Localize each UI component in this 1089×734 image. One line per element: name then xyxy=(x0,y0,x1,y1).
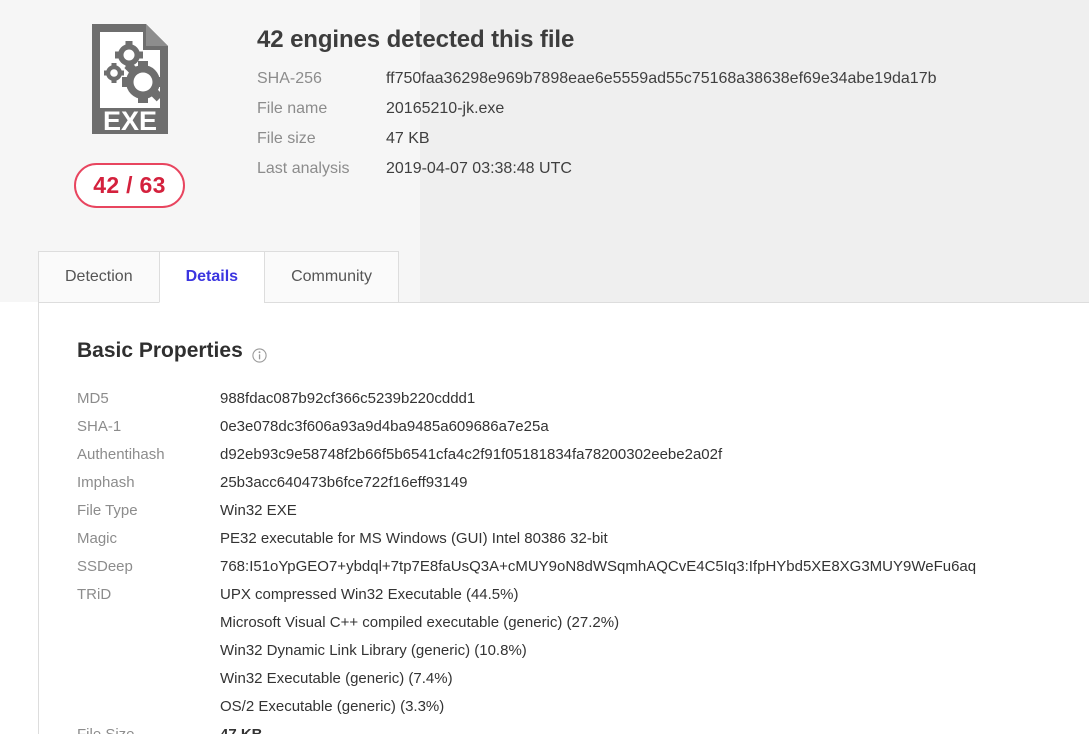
meta-row-filesize: File size 47 KB xyxy=(257,130,1077,160)
property-value-trid: UPX compressed Win32 Executable (44.5%) … xyxy=(220,581,619,721)
tab-community[interactable]: Community xyxy=(264,251,399,303)
properties-list: MD5 988fdac087b92cf366c5239b220cddd1 SHA… xyxy=(77,385,1087,734)
property-value-sha1: 0e3e078dc3f606a93a9d4ba9485a609686a7e25a xyxy=(220,418,549,435)
property-row-trid: TRiD UPX compressed Win32 Executable (44… xyxy=(77,581,1087,721)
property-label-authentihash: Authentihash xyxy=(77,446,165,463)
property-row-ssdeep: SSDeep 768:I51oYpGEO7+ybdql+7tp7E8faUsQ3… xyxy=(77,553,1087,581)
exe-file-icon: EXE xyxy=(88,20,172,138)
page-title: 42 engines detected this file xyxy=(257,26,575,53)
meta-label-last-analysis: Last analysis xyxy=(257,160,350,177)
property-value-imphash: 25b3acc640473b6fce722f16eff93149 xyxy=(220,474,468,491)
trid-line: OS/2 Executable (generic) (3.3%) xyxy=(220,698,445,715)
property-label-imphash: Imphash xyxy=(77,474,135,491)
property-value-file-size: 47 KB xyxy=(220,721,263,734)
property-row-magic: Magic PE32 executable for MS Windows (GU… xyxy=(77,525,1087,553)
basic-properties-title: Basic Properties xyxy=(77,339,243,362)
trid-line: Win32 Dynamic Link Library (generic) (10… xyxy=(220,642,527,659)
details-panel: Basic Properties MD5 988fdac087b92cf366c… xyxy=(38,302,1089,734)
file-meta-list: SHA-256 ff750faa36298e969b7898eae6e5559a… xyxy=(257,70,1077,190)
property-row-file-size: File Size 47 KB xyxy=(77,721,1087,734)
meta-value-sha256: ff750faa36298e969b7898eae6e5559ad55c7516… xyxy=(386,70,937,87)
property-value-md5: 988fdac087b92cf366c5239b220cddd1 xyxy=(220,390,476,407)
property-label-file-size: File Size xyxy=(77,721,220,734)
tab-bar: Detection Details Community xyxy=(38,251,399,303)
exe-icon-label: EXE xyxy=(103,106,157,136)
property-label-ssdeep: SSDeep xyxy=(77,558,133,575)
property-label-magic: Magic xyxy=(77,530,118,547)
property-value-authentihash: d92eb93c9e58748f2b66f5b6541cfa4c2f91f051… xyxy=(220,446,723,463)
meta-row-last-analysis: Last analysis 2019-04-07 03:38:48 UTC xyxy=(257,160,1077,190)
meta-value-filename: 20165210-jk.exe xyxy=(386,100,505,117)
basic-properties-heading: Basic Properties xyxy=(77,339,267,363)
meta-label-sha256: SHA-256 xyxy=(257,70,322,87)
property-value-magic: PE32 executable for MS Windows (GUI) Int… xyxy=(220,530,608,547)
trid-line: UPX compressed Win32 Executable (44.5%) xyxy=(220,586,519,603)
trid-line: Win32 Executable (generic) (7.4%) xyxy=(220,670,453,687)
property-label-trid: TRiD xyxy=(77,586,112,603)
detection-ratio-text: 42 / 63 xyxy=(93,172,166,198)
property-row-imphash: Imphash 25b3acc640473b6fce722f16eff93149 xyxy=(77,469,1087,497)
meta-row-filename: File name 20165210-jk.exe xyxy=(257,100,1077,130)
property-label-md5: MD5 xyxy=(77,390,109,407)
meta-label-filename: File name xyxy=(257,100,328,117)
info-circle-icon[interactable] xyxy=(252,345,267,363)
property-row-md5: MD5 988fdac087b92cf366c5239b220cddd1 xyxy=(77,385,1087,413)
tab-detection[interactable]: Detection xyxy=(38,251,159,303)
property-label-filetype: File Type xyxy=(77,502,138,519)
meta-value-filesize: 47 KB xyxy=(386,130,430,147)
meta-label-filesize: File size xyxy=(257,130,316,147)
property-row-filetype: File Type Win32 EXE xyxy=(77,497,1087,525)
trid-line: Microsoft Visual C++ compiled executable… xyxy=(220,614,620,631)
property-value-ssdeep: 768:I51oYpGEO7+ybdql+7tp7E8faUsQ3A+cMUY9… xyxy=(220,558,977,575)
property-row-sha1: SHA-1 0e3e078dc3f606a93a9d4ba9485a609686… xyxy=(77,413,1087,441)
detection-ratio-badge: 42 / 63 xyxy=(74,163,185,208)
property-value-filetype: Win32 EXE xyxy=(220,502,297,519)
meta-value-last-analysis: 2019-04-07 03:38:48 UTC xyxy=(386,160,572,177)
property-row-authentihash: Authentihash d92eb93c9e58748f2b66f5b6541… xyxy=(77,441,1087,469)
meta-row-sha256: SHA-256 ff750faa36298e969b7898eae6e5559a… xyxy=(257,70,1077,100)
property-label-sha1: SHA-1 xyxy=(77,418,122,435)
tab-details[interactable]: Details xyxy=(158,251,265,303)
